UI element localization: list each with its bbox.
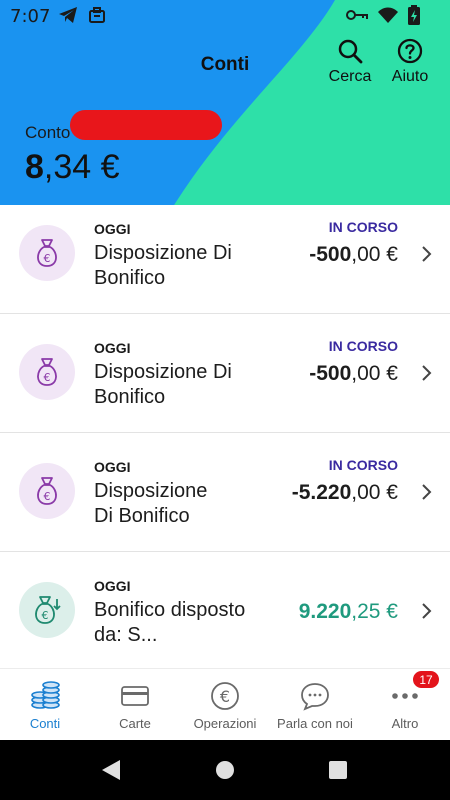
- svg-text:€: €: [44, 252, 51, 265]
- search-label: Cerca: [328, 68, 372, 85]
- transaction-amount: 9.220,25 €: [299, 600, 398, 624]
- transaction-status: IN CORSO: [328, 219, 398, 235]
- search-icon: [338, 39, 363, 64]
- amount-integer: -5.220: [291, 481, 352, 504]
- amount-decimal: ,25 €: [351, 600, 398, 623]
- transaction-amount: -500,00 €: [309, 362, 398, 386]
- chevron-right-icon: [422, 603, 432, 619]
- amount-decimal: ,00 €: [351, 362, 398, 385]
- help-button[interactable]: Aiuto: [378, 38, 442, 86]
- balance-integer: 8: [25, 148, 44, 186]
- nav-label: Altro: [391, 716, 419, 731]
- chevron-right-icon: [422, 484, 432, 500]
- search-button[interactable]: Cerca: [318, 38, 382, 86]
- help-label: Aiuto: [391, 68, 429, 85]
- transaction-status: IN CORSO: [328, 338, 398, 354]
- chevron-right-icon: [422, 365, 432, 381]
- nav-item-parla-con-noi[interactable]: Parla con noi: [270, 669, 360, 741]
- nav-item-carte[interactable]: Carte: [90, 669, 180, 741]
- transaction-row[interactable]: € OGGI Bonifico disposto da: S... 9.220,…: [0, 552, 450, 668]
- transaction-date: OGGI: [94, 221, 131, 237]
- amount-integer: 9.220: [298, 600, 352, 623]
- account-balance[interactable]: 8,34 €: [25, 148, 120, 187]
- money-bag-icon: €: [19, 463, 75, 519]
- nav-label: Operazioni: [193, 716, 257, 731]
- transaction-amount: -500,00 €: [309, 243, 398, 267]
- coins-icon: [31, 681, 60, 709]
- account-redaction: [70, 110, 222, 140]
- transaction-row[interactable]: € OGGI Disposizione Di Bonifico IN CORSO…: [0, 314, 450, 433]
- briefcase-icon: [89, 7, 105, 23]
- nav-item-conti[interactable]: Conti: [0, 669, 90, 741]
- status-bar: 7:07: [0, 0, 450, 32]
- transaction-date: OGGI: [94, 578, 131, 594]
- svg-text:€: €: [220, 687, 230, 706]
- transaction-description: Disposizione Di Bonifico: [94, 242, 232, 289]
- svg-text:€: €: [42, 609, 49, 622]
- nav-item-operazioni[interactable]: € Operazioni: [180, 669, 270, 741]
- system-navigation-bar: [0, 740, 450, 800]
- money-bag-icon: €: [19, 344, 75, 400]
- transaction-status: IN CORSO: [328, 457, 398, 473]
- transaction-date: OGGI: [94, 340, 131, 356]
- euro-icon: €: [211, 682, 239, 710]
- nav-label: Carte: [119, 716, 151, 731]
- back-icon[interactable]: [100, 758, 122, 782]
- nav-label: Parla con noi: [277, 716, 353, 731]
- telegram-icon: [59, 7, 77, 23]
- bottom-navigation: Conti Carte € Operazioni Parla con noi A: [0, 668, 450, 740]
- transaction-date: OGGI: [94, 459, 131, 475]
- transaction-amount: -5.220,00 €: [292, 481, 398, 505]
- card-icon: [121, 686, 149, 706]
- incoming-money-bag-icon: €: [19, 582, 75, 638]
- nav-item-altro[interactable]: Altro 17: [360, 669, 450, 741]
- help-icon: [397, 38, 423, 64]
- header: 7:07 Conti Cerca Aiuto Conto 8,34 €: [0, 0, 450, 215]
- transaction-row[interactable]: € OGGI Disposizione Di Bonifico IN CORSO…: [0, 205, 450, 314]
- transaction-list[interactable]: € OGGI Disposizione Di Bonifico IN CORSO…: [0, 205, 450, 668]
- account-label: Conto: [25, 123, 71, 142]
- balance-decimal: ,34 €: [43, 148, 120, 186]
- amount-decimal: ,00 €: [351, 243, 398, 266]
- home-icon[interactable]: [214, 758, 236, 782]
- chat-icon: [301, 683, 329, 711]
- transaction-description: Bonifico disposto da: S...: [94, 599, 246, 646]
- transaction-description: Disposizione Di Bonifico: [94, 361, 232, 408]
- battery-icon: [408, 5, 420, 25]
- transaction-row[interactable]: € OGGI Disposizione Di Bonifico IN CORSO…: [0, 433, 450, 552]
- recents-icon[interactable]: [327, 758, 349, 782]
- wifi-icon: [378, 7, 398, 23]
- status-time: 7:07: [10, 6, 51, 27]
- amount-integer: -500: [309, 243, 352, 266]
- svg-text:€: €: [44, 490, 51, 503]
- amount-decimal: ,00 €: [351, 481, 398, 504]
- chevron-right-icon: [422, 246, 432, 262]
- notification-badge: 17: [412, 670, 440, 689]
- key-icon: [346, 10, 368, 20]
- amount-integer: -500: [309, 362, 352, 385]
- svg-text:€: €: [44, 371, 51, 384]
- money-bag-icon: €: [19, 225, 75, 281]
- transaction-description: Disposizione Di Bonifico: [94, 480, 208, 527]
- nav-label: Conti: [29, 716, 61, 731]
